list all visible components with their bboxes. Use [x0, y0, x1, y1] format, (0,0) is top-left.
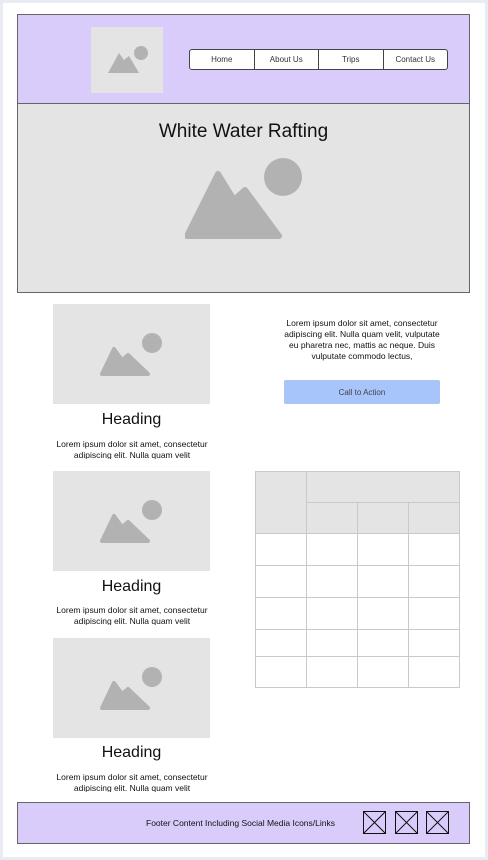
hero-banner: White Water Rafting: [17, 104, 470, 293]
footer-text: Footer Content Including Social Media Ic…: [146, 818, 335, 828]
image-placeholder-icon: [108, 46, 148, 73]
card-heading: Heading: [101, 411, 162, 428]
image-placeholder-icon: [100, 667, 162, 710]
card-heading: Heading: [101, 578, 162, 595]
social-icon-placeholder[interactable]: [426, 811, 449, 834]
card-text: Lorem ipsum dolor sit amet, consectetur …: [56, 439, 208, 459]
hero-title: White Water Rafting: [158, 121, 329, 142]
intro-paragraph: Lorem ipsum dolor sit amet, consectetur …: [284, 318, 440, 361]
card-image-placeholder: [53, 471, 210, 571]
social-icon-placeholder[interactable]: [395, 811, 418, 834]
card-text: Lorem ipsum dolor sit amet, consectetur …: [56, 772, 208, 792]
image-placeholder-icon: [185, 158, 302, 239]
nav-contact-us[interactable]: Contact Us: [384, 50, 448, 69]
data-table-placeholder: [255, 471, 460, 694]
card-heading: Heading: [101, 744, 162, 761]
card-image-placeholder: [53, 304, 210, 404]
nav-about-us[interactable]: About Us: [255, 50, 319, 69]
table-grid: [255, 471, 460, 688]
site-footer: Footer Content Including Social Media Ic…: [17, 802, 470, 844]
social-icon-placeholder[interactable]: [363, 811, 386, 834]
nav-home[interactable]: Home: [190, 50, 255, 69]
logo-image-placeholder: [91, 27, 163, 93]
call-to-action-button[interactable]: Call to Action: [284, 380, 440, 404]
card-image-placeholder: [53, 638, 210, 738]
image-placeholder-icon: [100, 333, 162, 376]
image-placeholder-icon: [100, 500, 162, 543]
card-text: Lorem ipsum dolor sit amet, consectetur …: [56, 605, 208, 625]
site-header: Home About Us Trips Contact Us: [17, 14, 470, 104]
main-nav: Home About Us Trips Contact Us: [189, 49, 448, 70]
nav-trips[interactable]: Trips: [319, 50, 384, 69]
